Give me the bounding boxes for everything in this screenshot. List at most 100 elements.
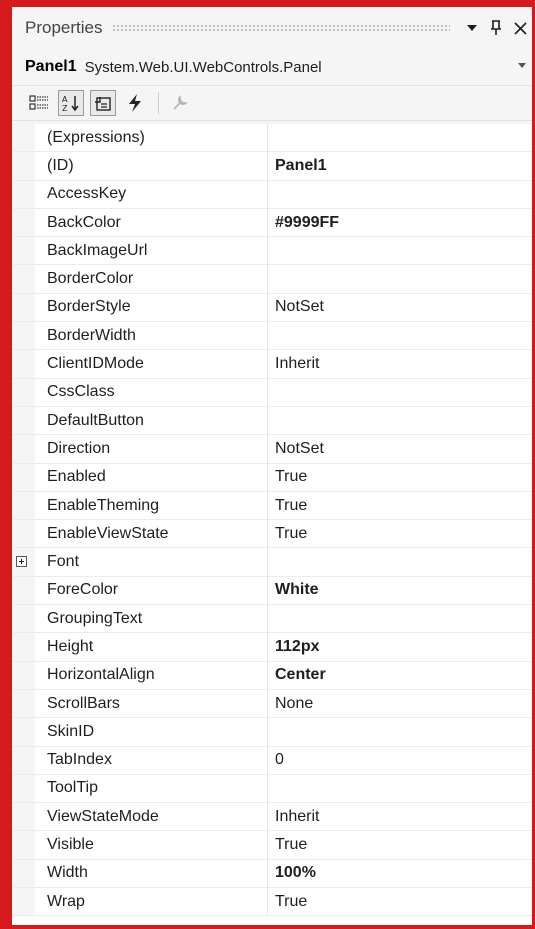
property-name[interactable]: Width bbox=[35, 859, 268, 888]
property-value[interactable] bbox=[268, 548, 532, 575]
property-name[interactable]: Direction bbox=[35, 435, 268, 463]
property-value[interactable] bbox=[268, 124, 532, 151]
property-row[interactable]: BorderColor bbox=[12, 265, 532, 294]
expand-icon[interactable] bbox=[16, 556, 27, 568]
property-row[interactable]: Wrap True bbox=[12, 888, 532, 917]
property-value[interactable] bbox=[268, 718, 532, 745]
object-selector[interactable]: Panel1 System.Web.UI.WebControls.Panel bbox=[12, 49, 532, 86]
drag-grip[interactable] bbox=[112, 24, 450, 32]
property-value[interactable]: Panel1 bbox=[268, 152, 532, 179]
property-row[interactable]: GroupingText bbox=[12, 605, 532, 634]
property-row[interactable]: ForeColor White bbox=[12, 576, 532, 606]
property-name[interactable]: EnableTheming bbox=[35, 491, 268, 520]
property-row[interactable]: Visible True bbox=[12, 831, 532, 860]
property-row[interactable]: EnableViewState True bbox=[12, 520, 532, 549]
property-value[interactable]: True bbox=[268, 831, 532, 858]
property-name[interactable]: EnableViewState bbox=[35, 520, 268, 548]
property-name[interactable]: ClientIDMode bbox=[35, 350, 268, 378]
property-name[interactable]: ToolTip bbox=[35, 774, 268, 803]
property-value[interactable]: #9999FF bbox=[268, 209, 532, 236]
property-row[interactable]: Enabled True bbox=[12, 463, 532, 492]
property-row[interactable]: DefaultButton bbox=[12, 406, 532, 436]
property-value[interactable]: True bbox=[268, 464, 532, 491]
property-name[interactable]: ViewStateMode bbox=[35, 803, 268, 831]
property-row[interactable]: HorizontalAlign Center bbox=[12, 661, 532, 690]
property-pages-icon[interactable] bbox=[167, 90, 193, 116]
property-value[interactable]: 0 bbox=[268, 747, 532, 774]
property-name[interactable]: Font bbox=[35, 548, 268, 576]
property-name[interactable]: TabIndex bbox=[35, 746, 268, 774]
property-value[interactable] bbox=[268, 237, 532, 264]
alphabetical-icon[interactable]: A Z bbox=[58, 90, 84, 116]
property-row[interactable]: CssClass bbox=[12, 378, 532, 407]
property-name[interactable]: (Expressions) bbox=[35, 124, 268, 152]
property-value[interactable]: Inherit bbox=[268, 803, 532, 830]
property-row[interactable]: Direction NotSet bbox=[12, 435, 532, 464]
property-value[interactable]: True bbox=[268, 520, 532, 547]
property-row[interactable]: BorderWidth bbox=[12, 322, 532, 351]
property-value[interactable] bbox=[268, 265, 532, 292]
property-value[interactable]: White bbox=[268, 577, 532, 604]
property-name[interactable]: CssClass bbox=[35, 378, 268, 406]
property-value[interactable]: None bbox=[268, 690, 532, 717]
property-name[interactable]: Height bbox=[35, 633, 268, 661]
property-value[interactable]: Center bbox=[268, 662, 532, 689]
property-row[interactable]: BorderStyle NotSet bbox=[12, 293, 532, 323]
property-value[interactable] bbox=[268, 181, 532, 208]
property-name[interactable]: (ID) bbox=[35, 152, 268, 180]
property-name[interactable]: BorderWidth bbox=[35, 322, 268, 350]
property-row[interactable]: ToolTip bbox=[12, 774, 532, 804]
property-row[interactable]: BackColor #9999FF bbox=[12, 208, 532, 238]
property-row[interactable]: Height 112px bbox=[12, 633, 532, 662]
row-gutter bbox=[12, 633, 35, 661]
property-row[interactable]: TabIndex 0 bbox=[12, 746, 532, 775]
property-value[interactable] bbox=[268, 407, 532, 434]
property-name[interactable]: Visible bbox=[35, 831, 268, 859]
property-name[interactable]: GroupingText bbox=[35, 605, 268, 633]
property-name[interactable]: DefaultButton bbox=[35, 406, 268, 435]
property-name[interactable]: BackColor bbox=[35, 208, 268, 237]
property-value[interactable] bbox=[268, 322, 532, 349]
property-name[interactable]: HorizontalAlign bbox=[35, 661, 268, 689]
events-icon[interactable] bbox=[122, 90, 148, 116]
property-value[interactable]: True bbox=[268, 888, 532, 915]
property-name[interactable]: BorderStyle bbox=[35, 293, 268, 322]
property-value[interactable] bbox=[268, 605, 532, 632]
svg-text:Z: Z bbox=[62, 104, 68, 113]
property-name[interactable]: ScrollBars bbox=[35, 689, 268, 718]
property-value[interactable] bbox=[268, 379, 532, 406]
property-row[interactable]: Font bbox=[12, 548, 532, 577]
property-value[interactable] bbox=[268, 775, 532, 802]
property-name[interactable]: AccessKey bbox=[35, 180, 268, 208]
property-row[interactable]: ScrollBars None bbox=[12, 689, 532, 719]
properties-icon[interactable] bbox=[90, 90, 116, 116]
property-row[interactable]: EnableTheming True bbox=[12, 491, 532, 521]
property-row[interactable]: ViewStateMode Inherit bbox=[12, 803, 532, 832]
property-row[interactable]: Width 100% bbox=[12, 859, 532, 889]
row-gutter bbox=[12, 548, 35, 576]
properties-titlebar[interactable]: Properties bbox=[12, 7, 532, 49]
property-row[interactable]: AccessKey bbox=[12, 180, 532, 209]
property-name[interactable]: Wrap bbox=[35, 888, 268, 916]
pin-icon[interactable] bbox=[484, 16, 508, 40]
property-row[interactable]: (ID) Panel1 bbox=[12, 152, 532, 181]
property-row[interactable]: BackImageUrl bbox=[12, 237, 532, 266]
property-row[interactable]: ClientIDMode Inherit bbox=[12, 350, 532, 379]
property-name[interactable]: BackImageUrl bbox=[35, 237, 268, 265]
property-row[interactable]: (Expressions) bbox=[12, 124, 532, 153]
property-value[interactable]: NotSet bbox=[268, 294, 532, 321]
property-name[interactable]: Enabled bbox=[35, 463, 268, 491]
property-name[interactable]: ForeColor bbox=[35, 576, 268, 605]
property-row[interactable]: SkinID bbox=[12, 718, 532, 747]
window-position-dropdown-icon[interactable] bbox=[460, 16, 484, 40]
property-value[interactable]: Inherit bbox=[268, 350, 532, 377]
close-icon[interactable] bbox=[508, 16, 532, 40]
property-value[interactable]: 100% bbox=[268, 860, 532, 887]
categorized-icon[interactable] bbox=[26, 90, 52, 116]
property-value[interactable]: 112px bbox=[268, 633, 532, 660]
property-name[interactable]: SkinID bbox=[35, 718, 268, 746]
property-value[interactable]: NotSet bbox=[268, 435, 532, 462]
object-selector-dropdown-icon[interactable] bbox=[518, 61, 526, 72]
property-value[interactable]: True bbox=[268, 492, 532, 519]
property-name[interactable]: BorderColor bbox=[35, 265, 268, 293]
